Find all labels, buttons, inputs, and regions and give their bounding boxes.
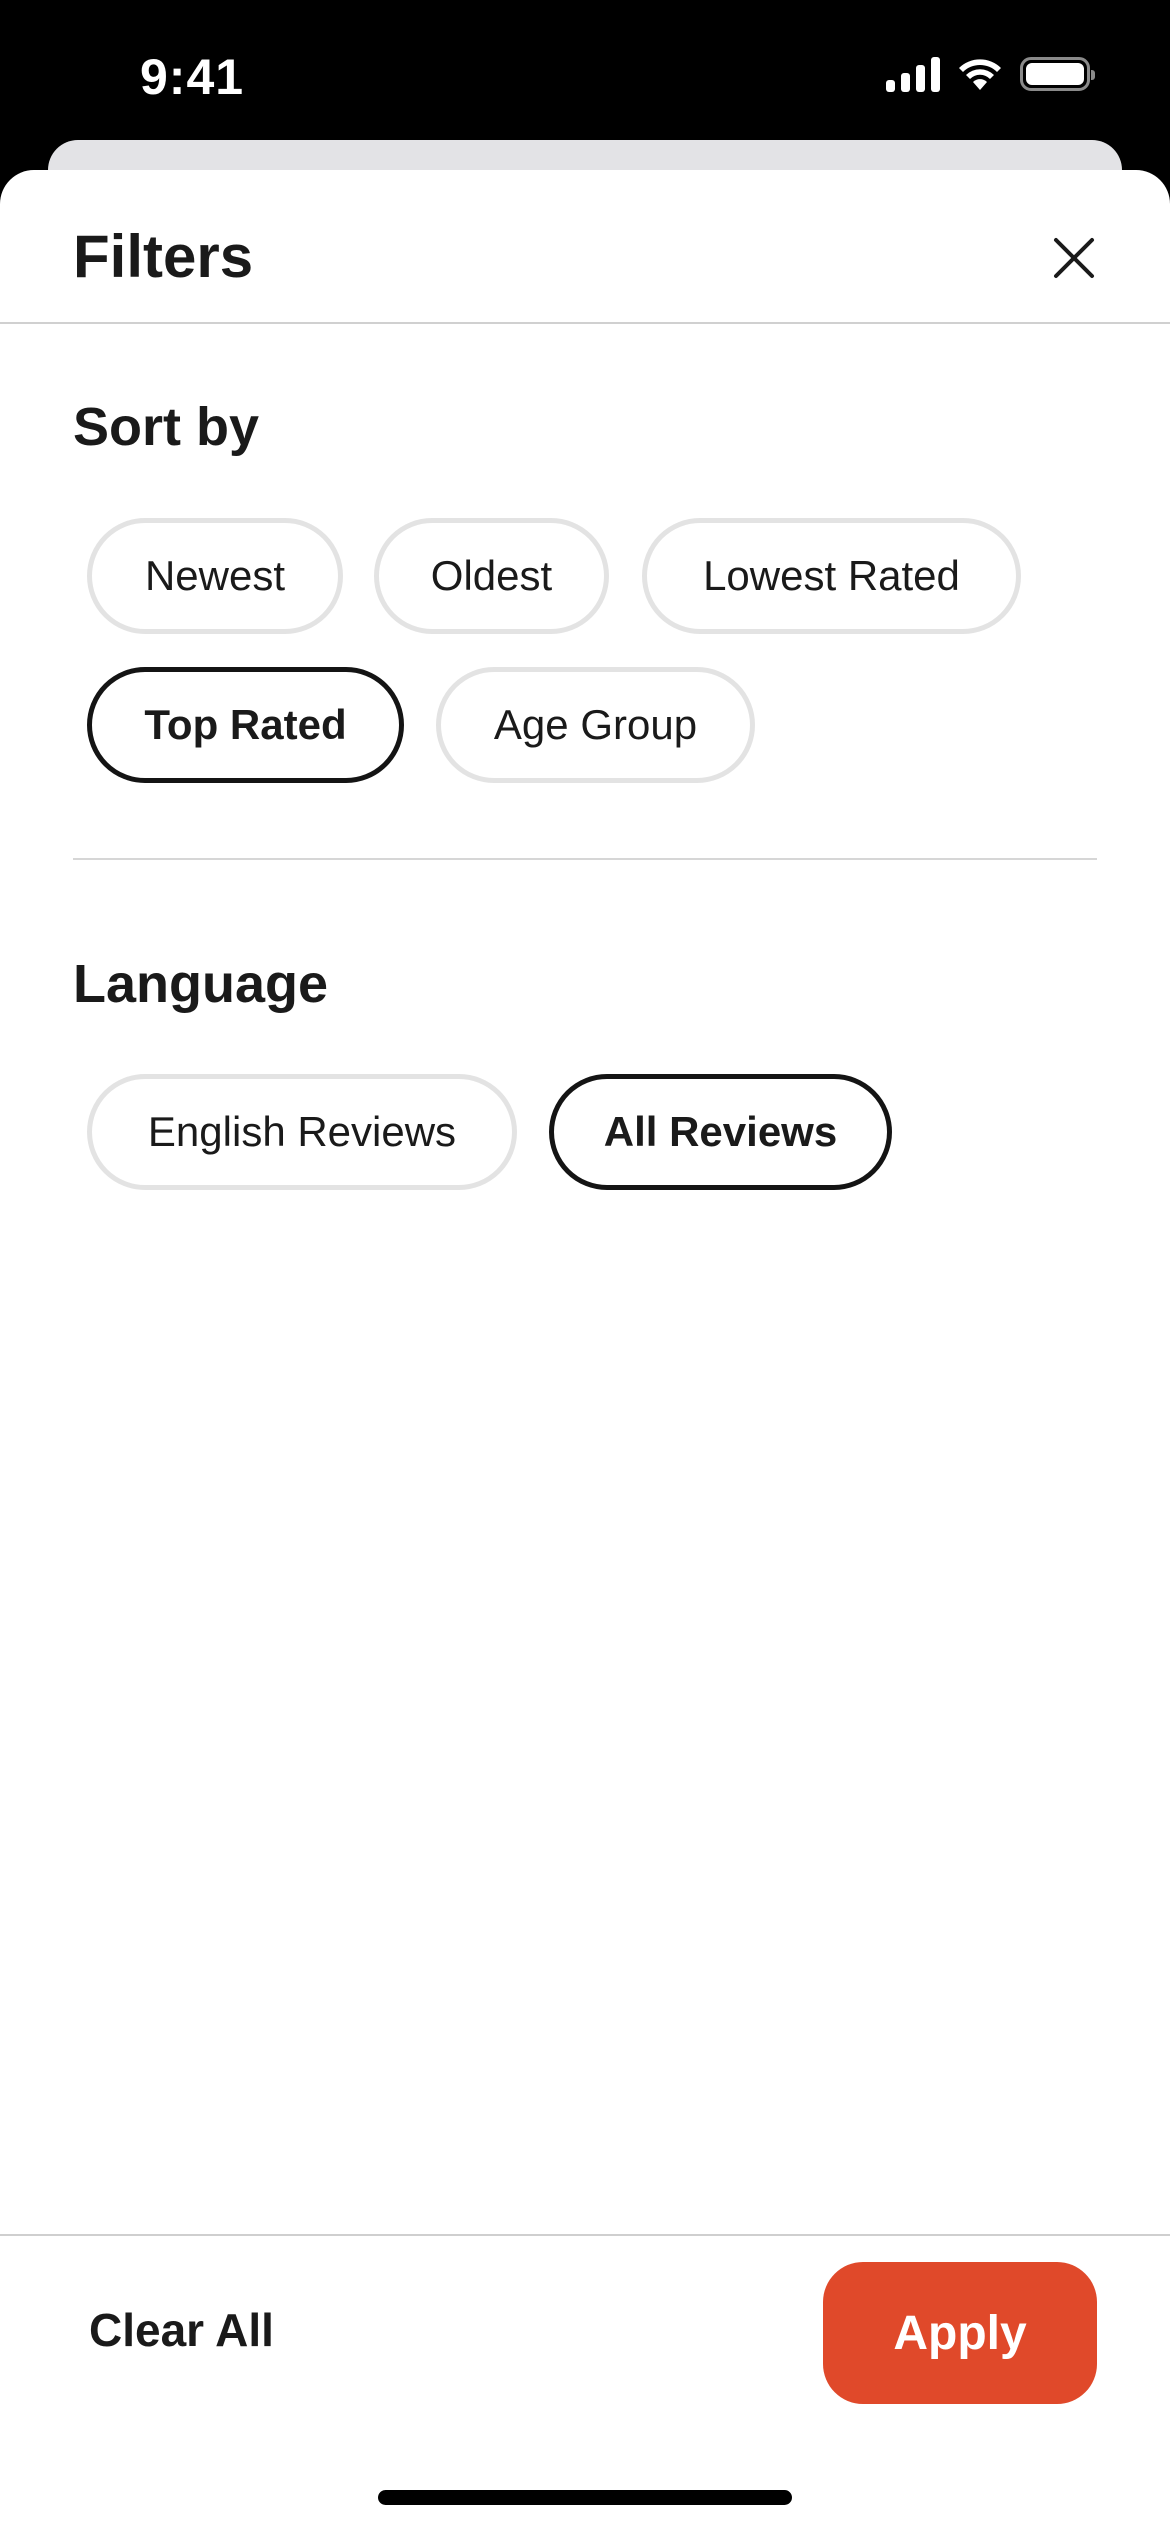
- close-button[interactable]: [1048, 232, 1100, 284]
- header-divider: [0, 322, 1170, 324]
- chip-lowest-rated[interactable]: Lowest Rated: [642, 518, 1021, 634]
- chip-top-rated[interactable]: Top Rated: [87, 667, 404, 783]
- wifi-icon: [959, 59, 1001, 90]
- language-title: Language: [73, 954, 329, 1014]
- chip-oldest[interactable]: Oldest: [374, 518, 609, 634]
- clear-all-button[interactable]: Clear All: [89, 2303, 274, 2357]
- sheet-title: Filters: [73, 223, 254, 290]
- section-divider: [73, 858, 1097, 860]
- chip-english-reviews[interactable]: English Reviews: [87, 1074, 517, 1190]
- chip-all-reviews[interactable]: All Reviews: [549, 1074, 892, 1190]
- status-time: 9:41: [140, 49, 245, 105]
- battery-icon: [1020, 57, 1095, 91]
- status-icons: [886, 56, 1095, 92]
- home-indicator: [378, 2490, 792, 2505]
- apply-button[interactable]: Apply: [823, 2262, 1097, 2404]
- footer-divider: [0, 2234, 1170, 2236]
- chip-newest[interactable]: Newest: [87, 518, 343, 634]
- sort-by-title: Sort by: [73, 397, 260, 457]
- cellular-signal-icon: [886, 56, 940, 92]
- chip-age-group[interactable]: Age Group: [436, 667, 755, 783]
- close-icon: [1054, 238, 1094, 278]
